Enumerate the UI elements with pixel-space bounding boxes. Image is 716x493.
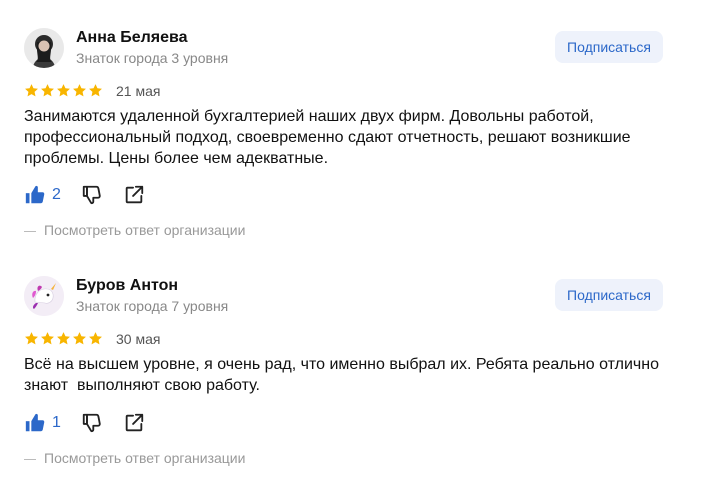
org-answer-link[interactable]: Посмотреть ответ организации [24, 450, 245, 466]
review-text: Занимаются удаленной бухгалтерией наших … [24, 108, 631, 167]
star-icon [73, 84, 86, 97]
star-icon [57, 84, 70, 97]
star-icon [41, 332, 54, 345]
star-icon [57, 332, 70, 345]
author-name[interactable]: Буров Антон [76, 277, 178, 295]
star-icon [25, 84, 38, 97]
org-answer-link[interactable]: Посмотреть ответ организации [24, 222, 245, 238]
share-icon [125, 185, 144, 204]
rating-stars [24, 83, 103, 98]
like-button[interactable]: 1 [24, 412, 61, 434]
share-button[interactable] [123, 412, 145, 434]
thumbs-down-icon [82, 185, 101, 205]
thumbs-down-icon [82, 413, 101, 433]
author-level: Знаток города 7 уровня [76, 298, 229, 314]
like-count: 1 [52, 414, 61, 431]
review-date: 30 мая [116, 331, 161, 347]
dislike-button[interactable] [81, 412, 103, 434]
star-icon [41, 84, 54, 97]
review-date: 21 мая [116, 83, 161, 99]
star-icon [73, 332, 86, 345]
star-icon [25, 332, 38, 345]
share-button[interactable] [123, 184, 145, 206]
like-count: 2 [52, 186, 61, 203]
review-actions: 2 [24, 184, 145, 206]
author-level: Знаток города 3 уровня [76, 50, 229, 66]
like-button[interactable]: 2 [24, 184, 61, 206]
review-text: Всё на высшем уровне, я очень рад, что и… [24, 356, 659, 394]
thumbs-up-icon [25, 413, 45, 432]
org-answer-label: Посмотреть ответ организации [44, 450, 246, 466]
divider [24, 230, 36, 232]
org-answer-label: Посмотреть ответ организации [44, 222, 246, 238]
share-icon [125, 413, 144, 432]
review-actions: 1 [24, 412, 145, 434]
star-icon [89, 84, 102, 97]
author-name[interactable]: Анна Беляева [76, 29, 188, 47]
subscribe-button[interactable]: Подписаться [555, 31, 663, 63]
avatar[interactable] [24, 276, 64, 316]
star-icon [89, 332, 102, 345]
divider [24, 458, 36, 460]
subscribe-button[interactable]: Подписаться [555, 279, 663, 311]
avatar[interactable] [24, 28, 64, 68]
rating-stars [24, 331, 103, 346]
dislike-button[interactable] [81, 184, 103, 206]
thumbs-up-icon [25, 185, 45, 204]
